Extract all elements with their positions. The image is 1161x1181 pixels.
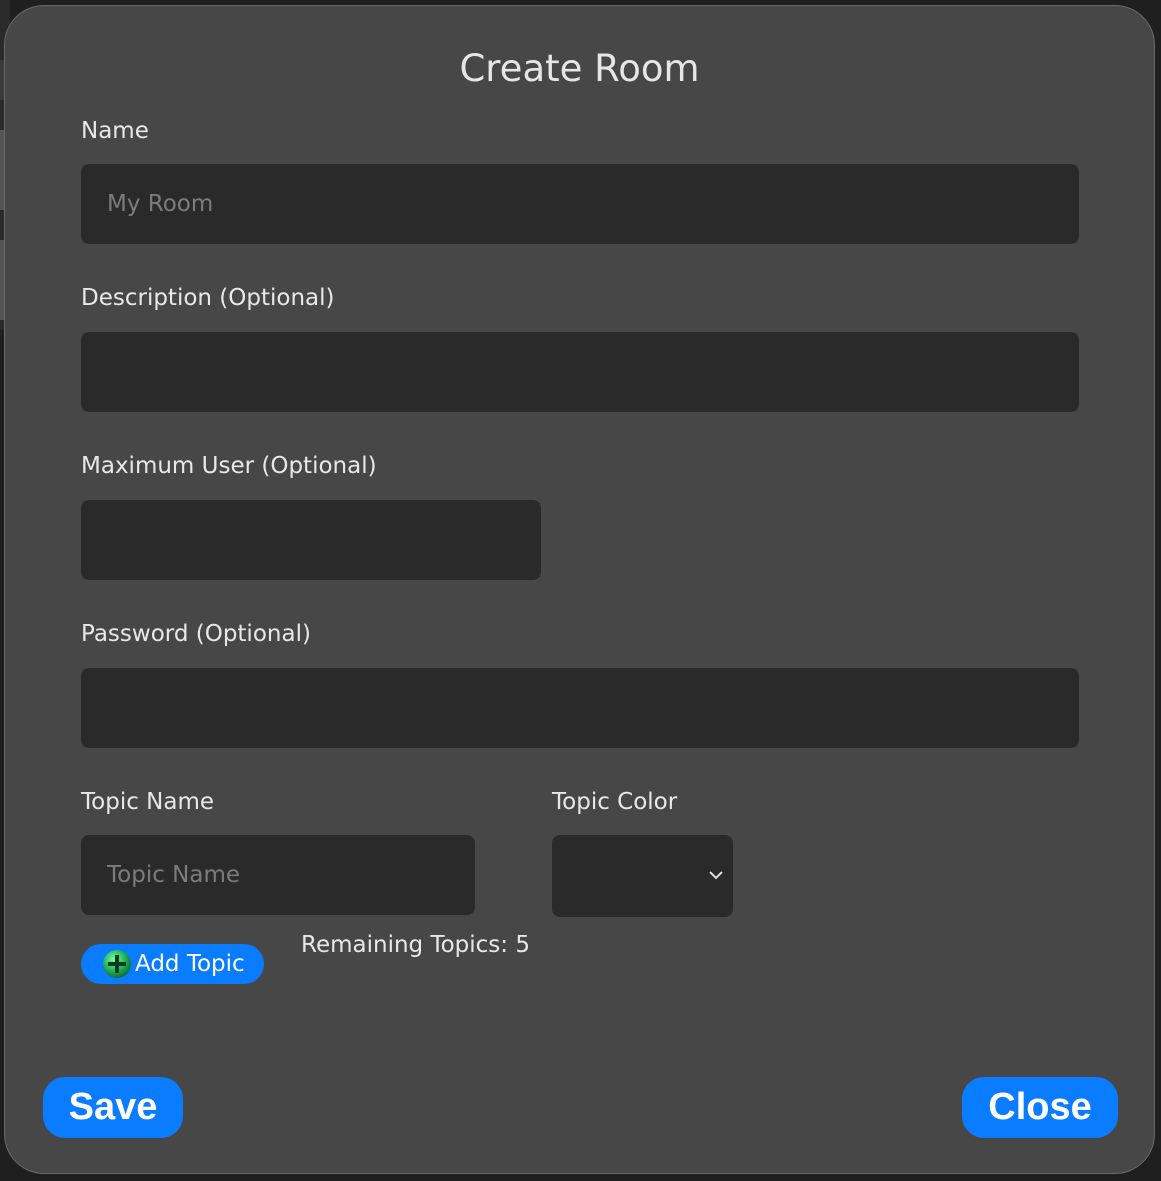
topic-color-select[interactable]: [552, 835, 733, 917]
topic-color-label: Topic Color: [552, 789, 678, 815]
max-user-input[interactable]: [81, 500, 541, 580]
chevron-down-icon: [709, 871, 723, 880]
topic-name-input[interactable]: [81, 835, 475, 915]
add-topic-button[interactable]: Add Topic: [81, 944, 264, 984]
save-button-label: Save: [68, 1086, 158, 1128]
password-input[interactable]: [81, 668, 1079, 748]
save-button[interactable]: Save: [43, 1077, 183, 1138]
create-room-modal: Create Room Name Description (Optional) …: [4, 5, 1155, 1174]
add-topic-label: Add Topic: [135, 951, 245, 977]
name-input[interactable]: [81, 164, 1079, 244]
password-label: Password (Optional): [81, 621, 311, 647]
description-input[interactable]: [81, 332, 1079, 412]
description-label: Description (Optional): [81, 285, 335, 311]
max-user-label: Maximum User (Optional): [81, 453, 377, 479]
plus-circle-icon: [103, 950, 131, 978]
topic-name-label: Topic Name: [81, 789, 215, 815]
close-button-label: Close: [988, 1086, 1092, 1128]
name-label: Name: [81, 118, 149, 144]
close-button[interactable]: Close: [962, 1077, 1118, 1138]
modal-title: Create Room: [459, 47, 700, 90]
remaining-topics-text: Remaining Topics: 5: [301, 932, 530, 958]
